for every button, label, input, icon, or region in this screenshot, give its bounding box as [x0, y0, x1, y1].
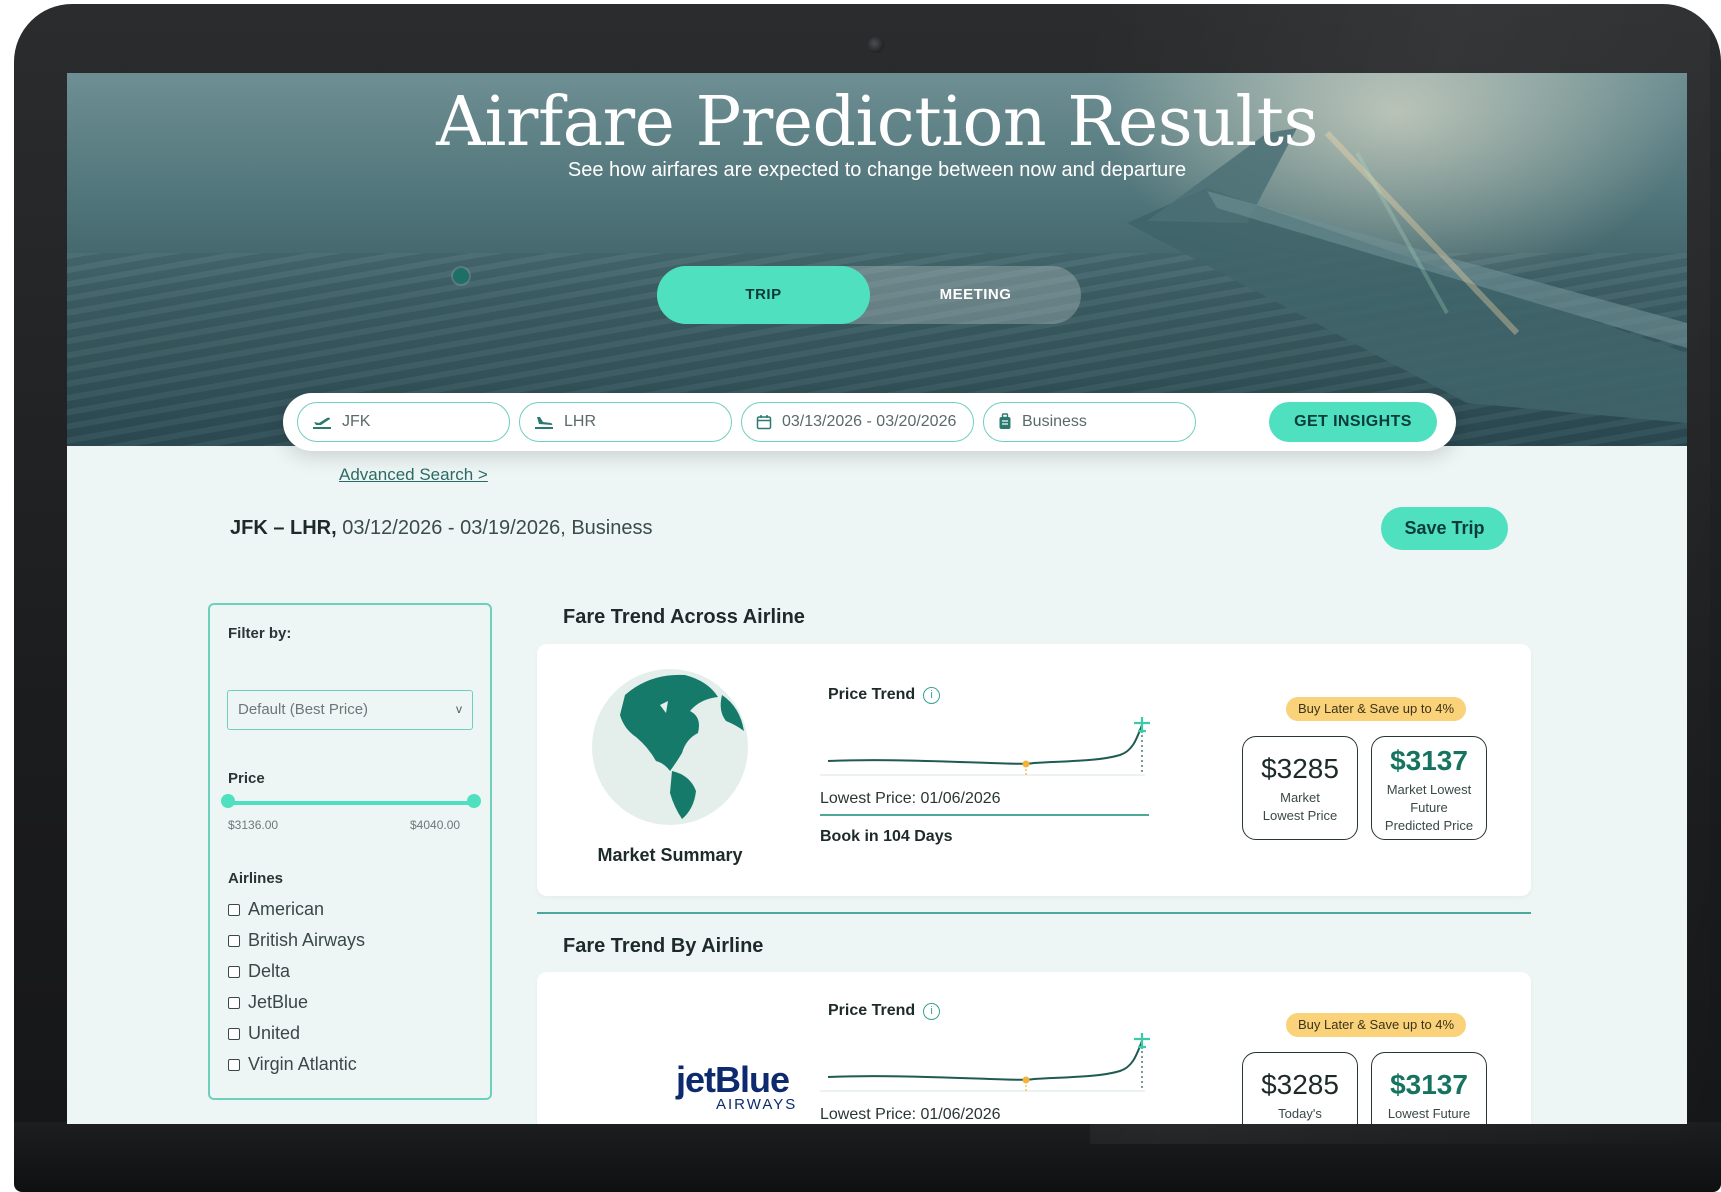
search-bar: JFK LHR 03/13/2026 - 03/20/2026 Business… — [283, 393, 1456, 451]
airline-option-label: United — [248, 1023, 301, 1043]
destination-value: LHR — [564, 413, 597, 430]
airline-option-label: American — [248, 899, 325, 919]
info-icon[interactable]: i — [923, 1003, 941, 1020]
price-min-handle[interactable] — [221, 794, 235, 808]
lowest-future-price-box: $3137 Lowest Future — [1371, 1052, 1487, 1124]
airline-option-label: Virgin Atlantic — [248, 1054, 357, 1074]
lowest-price-date: Lowest Price: 01/06/2026 — [820, 1106, 1001, 1123]
airline-option-jetblue[interactable]: JetBlue — [228, 992, 308, 1013]
toggle-meeting[interactable]: MEETING — [870, 266, 1081, 324]
mode-toggle: TRIP MEETING — [657, 266, 1081, 324]
airline-option-british-airways[interactable]: British Airways — [228, 930, 365, 951]
chevron-down-icon: v — [456, 702, 462, 716]
page-title: Airfare Prediction Results — [436, 83, 1318, 162]
caption-line: Lowest Price — [1262, 808, 1338, 823]
price-caption: Market Lowest Price — [1243, 789, 1357, 825]
sort-select[interactable]: Default (Best Price) v — [227, 690, 473, 730]
save-badge: Buy Later & Save up to 4% — [1286, 697, 1467, 721]
price-trend-label: Price Trend i — [828, 1002, 941, 1020]
caption-line: Market Lowest — [1386, 782, 1472, 797]
airline-price-trend-sparkline — [820, 1033, 1150, 1092]
origin-value: JFK — [342, 413, 371, 430]
get-insights-button[interactable]: GET INSIGHTS — [1269, 402, 1437, 442]
price-max-handle[interactable] — [467, 794, 481, 808]
airline-option-label: Delta — [248, 961, 291, 981]
checkbox[interactable] — [228, 996, 240, 1009]
predicted-lowest-price: $3137 — [1390, 745, 1468, 776]
webcam — [868, 37, 884, 53]
predicted-price-box: $3137 Market Lowest Future Predicted Price — [1371, 736, 1487, 840]
checkbox[interactable] — [228, 965, 240, 978]
landing-icon — [535, 417, 553, 429]
date-range-field[interactable]: 03/13/2026 - 03/20/2026 — [741, 402, 974, 442]
hero-banner: Airfare Prediction Results See how airfa… — [67, 73, 1687, 446]
lowest-future-price: $3137 — [1390, 1069, 1468, 1100]
price-range-track[interactable] — [228, 801, 474, 805]
advanced-search-link[interactable]: Advanced Search > — [339, 465, 488, 485]
todays-price-box: $3285 Today's — [1242, 1052, 1358, 1124]
trip-summary: JFK – LHR, 03/12/2026 - 03/19/2026, Busi… — [230, 517, 653, 540]
app-screen: Airfare Prediction Results See how airfa… — [67, 73, 1687, 1124]
airline-option-delta[interactable]: Delta — [228, 961, 290, 982]
airline-option-label: British Airways — [248, 930, 366, 950]
price-caption: Market Lowest Future Predicted Price — [1372, 781, 1486, 835]
jetblue-logo: jetBlue — [676, 1059, 790, 1100]
section-divider — [537, 912, 1531, 914]
carousel-dot — [453, 268, 469, 284]
market-lowest-price-box: $3285 Market Lowest Price — [1242, 736, 1358, 840]
price-min-value: $3136.00 — [228, 818, 279, 832]
jetblue-logo-sub: AIRWAYS — [716, 1096, 798, 1113]
trend-divider — [820, 814, 1149, 816]
caption-line: Market — [1280, 790, 1320, 805]
info-icon[interactable]: i — [923, 687, 941, 704]
save-trip-button[interactable]: Save Trip — [1381, 507, 1508, 550]
trip-dates: 03/12/2026 - 03/19/2026, — [342, 517, 566, 539]
cabin-class-value: Business — [1022, 413, 1087, 430]
checkbox[interactable] — [228, 934, 240, 947]
book-in-days: Book in 104 Days — [820, 828, 953, 845]
save-badge: Buy Later & Save up to 4% — [1286, 1013, 1467, 1037]
airline-option-united[interactable]: United — [228, 1023, 300, 1044]
price-trend-text: Price Trend — [828, 1002, 916, 1019]
filter-panel: Filter by: Default (Best Price) v Price … — [208, 603, 492, 1100]
calendar-icon — [756, 415, 772, 430]
todays-price: $3285 — [1261, 1069, 1339, 1100]
fare-trend-by-airline-title: Fare Trend By Airline — [563, 935, 764, 957]
sort-select-value: Default (Best Price) — [238, 701, 369, 718]
price-caption: Lowest Future — [1387, 1106, 1471, 1121]
trip-cabin: Business — [571, 517, 653, 539]
checkbox[interactable] — [228, 1058, 240, 1071]
cabin-class-field[interactable]: Business — [983, 402, 1196, 442]
airlines-filter-label: Airlines — [228, 870, 284, 887]
airline-option-american[interactable]: American — [228, 899, 324, 920]
date-range-value: 03/13/2026 - 03/20/2026 — [782, 413, 957, 430]
takeoff-icon — [313, 417, 331, 429]
caption-line: Predicted Price — [1384, 818, 1474, 833]
price-max-value: $4040.00 — [410, 818, 461, 832]
price-trend-label: Price Trend i — [828, 686, 941, 704]
checkbox[interactable] — [228, 903, 240, 916]
page-subtitle: See how airfares are expected to change … — [567, 159, 1187, 181]
market-summary-label: Market Summary — [597, 845, 743, 865]
airline-option-virgin-atlantic[interactable]: Virgin Atlantic — [228, 1054, 357, 1075]
trip-route: JFK – LHR, — [230, 517, 337, 539]
toggle-trip[interactable]: TRIP — [657, 266, 870, 324]
origin-field[interactable]: JFK — [297, 402, 510, 442]
checkbox[interactable] — [228, 1027, 240, 1040]
globe-icon — [592, 669, 748, 825]
airline-option-label: JetBlue — [248, 992, 309, 1012]
price-filter-label: Price — [228, 770, 265, 787]
caption-line: Future — [1410, 800, 1448, 815]
lowest-price-date: Lowest Price: 01/06/2026 — [820, 790, 1001, 807]
destination-field[interactable]: LHR — [519, 402, 732, 442]
luggage-icon — [999, 413, 1011, 429]
price-trend-text: Price Trend — [828, 686, 916, 703]
market-price-trend-sparkline — [820, 717, 1150, 776]
fare-trend-across-airline-title: Fare Trend Across Airline — [563, 606, 805, 628]
market-lowest-price: $3285 — [1261, 753, 1339, 784]
filter-title: Filter by: — [228, 625, 292, 642]
price-caption: Today's — [1278, 1106, 1322, 1121]
